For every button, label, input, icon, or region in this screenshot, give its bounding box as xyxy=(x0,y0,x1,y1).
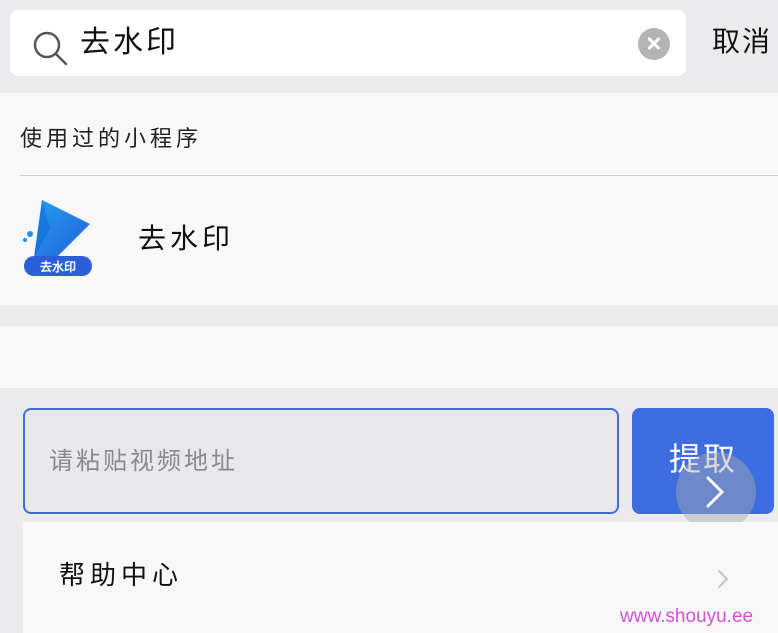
blank-panel xyxy=(0,326,778,388)
search-icon xyxy=(33,31,68,66)
clear-icon[interactable] xyxy=(638,28,670,60)
mini-program-name: 去水印 xyxy=(138,222,235,255)
mini-program-item[interactable]: 去水印 去水印 xyxy=(0,176,778,305)
video-url-input[interactable] xyxy=(23,408,619,514)
cancel-button[interactable]: 取消 xyxy=(712,25,772,59)
help-center-label: 帮助中心 xyxy=(59,561,184,591)
watermark-text: www.shouyu.ee xyxy=(620,606,754,627)
search-bar[interactable]: 去水印 xyxy=(10,10,686,76)
floating-next-button[interactable] xyxy=(676,452,756,532)
section-title: 使用过的小程序 xyxy=(20,127,203,152)
recent-mini-programs-panel: 使用过的小程序 去水印 去水印 xyxy=(0,93,778,305)
search-input[interactable]: 去水印 xyxy=(80,26,179,60)
app-logo-text: 去水印 xyxy=(40,259,76,274)
app-logo-play-icon: 去水印 xyxy=(23,200,92,276)
chevron-right-icon xyxy=(706,476,724,508)
chevron-right-icon xyxy=(718,570,728,588)
